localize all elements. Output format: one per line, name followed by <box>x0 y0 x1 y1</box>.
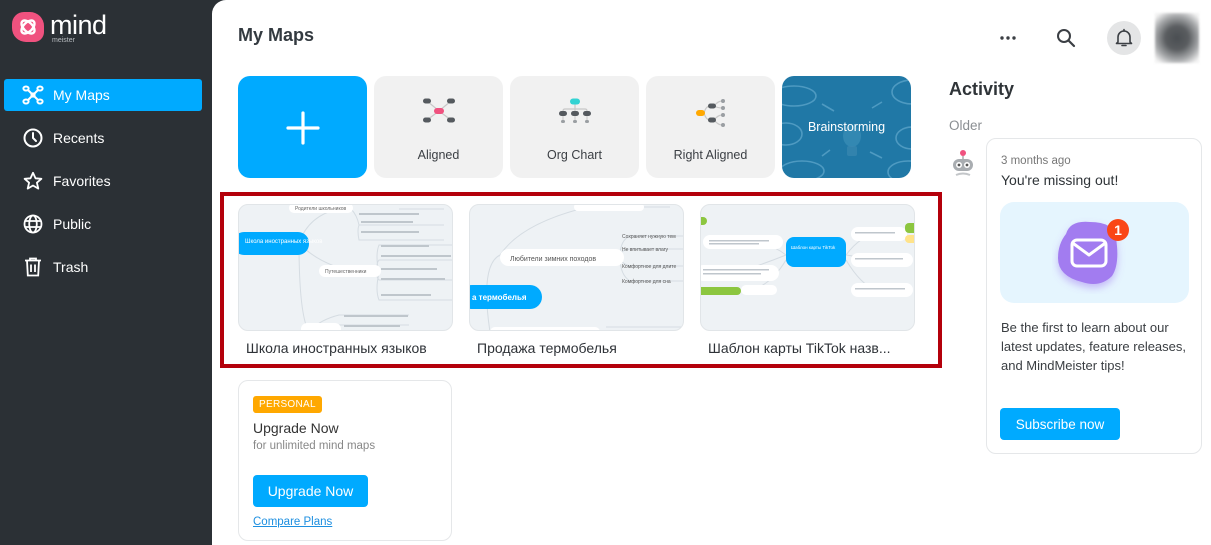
sidebar-item-label: Public <box>53 216 92 232</box>
plan-badge: PERSONAL <box>253 396 322 413</box>
template-brainstorming[interactable]: Brainstorming <box>782 76 911 178</box>
plus-icon <box>286 111 320 145</box>
search-icon <box>1057 29 1076 48</box>
activity-body: Be the first to learn about our latest u… <box>1001 320 1187 373</box>
map-node-label: Не впитывает влагу <box>622 247 669 253</box>
sidebar-nav: My Maps Recents Favorites Public Trash <box>4 79 202 294</box>
page-title: My Maps <box>238 25 315 45</box>
aligned-layout-icon <box>422 98 455 123</box>
activity-title: Activity <box>949 79 1015 99</box>
template-label: Aligned <box>417 148 460 162</box>
compare-plans-link[interactable]: Compare Plans <box>253 516 332 528</box>
sidebar-item-label: My Maps <box>53 87 110 103</box>
template-org-chart[interactable]: Org Chart <box>510 76 639 178</box>
more-icon <box>1000 36 1016 40</box>
main-content: My Maps Aligned Org Chart Right Aligned … <box>212 0 1211 545</box>
notification-count: 1 <box>1114 222 1122 238</box>
upgrade-title: Upgrade Now <box>253 420 339 436</box>
right-aligned-layout-icon <box>695 99 725 127</box>
template-row: Aligned Org Chart Right Aligned Brainsto… <box>238 76 918 178</box>
upgrade-now-button[interactable]: Upgrade Now <box>253 475 368 507</box>
map-thumbnail: Школа иностранных языков Родители школьн… <box>238 204 453 331</box>
mindmap-icon <box>22 84 44 106</box>
sidebar-item-favorites[interactable]: Favorites <box>4 165 202 197</box>
search-button[interactable] <box>1049 21 1083 55</box>
map-thumbnail: Шаблон карты TikTok <box>700 204 915 331</box>
mail-icon: 1 <box>1058 219 1129 284</box>
sidebar-item-label: Favorites <box>53 173 111 189</box>
sidebar-item-my-maps[interactable]: My Maps <box>4 79 202 111</box>
activity-time: 3 months ago <box>1001 155 1071 167</box>
template-label: Brainstorming <box>807 120 886 134</box>
map-name: Шаблон карты TikTok назв... <box>708 340 891 356</box>
sidebar-item-label: Recents <box>53 130 105 146</box>
star-icon <box>22 170 44 192</box>
map-node-label: Любители зимних походов <box>510 255 596 263</box>
upgrade-subtitle: for unlimited mind maps <box>253 440 376 452</box>
new-map-button[interactable] <box>238 76 367 178</box>
map-node-label: Сохраняет нужную тем <box>622 234 676 240</box>
notifications-button[interactable] <box>1107 21 1141 55</box>
template-aligned[interactable]: Aligned <box>374 76 503 178</box>
activity-section-label: Older <box>949 118 983 133</box>
template-label: Org Chart <box>547 148 602 162</box>
map-card[interactable]: Шаблон карты TikTok Шаблон карты TikTok … <box>700 204 915 356</box>
sidebar: mind meister My Maps Recents Favorites P… <box>0 0 212 545</box>
map-card[interactable]: Любители зимних походов Сохраняет нужную… <box>469 204 684 356</box>
map-node-label: Родители школьников <box>295 206 346 212</box>
map-card[interactable]: Школа иностранных языков Родители школьн… <box>238 204 453 356</box>
mindmeister-logo[interactable]: mind meister <box>12 12 107 44</box>
map-name: Продажа термобелья <box>477 340 617 356</box>
logo-word: mind <box>50 10 107 40</box>
bell-icon <box>1115 28 1133 47</box>
map-thumbnail: Любители зимних походов Сохраняет нужную… <box>469 204 684 331</box>
template-right-aligned[interactable]: Right Aligned <box>646 76 775 178</box>
user-avatar[interactable] <box>1155 13 1199 63</box>
subscribe-now-button[interactable]: Subscribe now <box>1000 408 1120 440</box>
globe-icon <box>22 213 44 235</box>
map-name: Школа иностранных языков <box>246 340 427 356</box>
map-node-label: Путешественники <box>325 269 367 275</box>
map-node-label: Комфортное для сна <box>622 279 671 285</box>
sidebar-item-label: Trash <box>53 259 89 275</box>
robot-avatar-icon <box>950 148 976 180</box>
sidebar-item-recents[interactable]: Recents <box>4 122 202 154</box>
top-actions <box>967 13 1199 63</box>
map-root-label: Шаблон карты TikTok <box>791 245 836 250</box>
more-button[interactable] <box>991 21 1025 55</box>
map-node-label: Комфортное для длите <box>622 264 676 270</box>
org-chart-icon <box>558 98 591 123</box>
newsletter-illustration: 1 <box>1000 202 1189 303</box>
template-label: Right Aligned <box>673 148 748 162</box>
trash-icon <box>22 256 44 278</box>
logo-icon <box>12 12 44 42</box>
sidebar-item-public[interactable]: Public <box>4 208 202 240</box>
upgrade-card: PERSONAL Upgrade Now for unlimited mind … <box>238 380 452 541</box>
activity-card: 3 months ago You're missing out! 1 Be th… <box>986 138 1202 454</box>
maps-grid: Школа иностранных языков Родители школьн… <box>238 204 931 356</box>
sidebar-item-trash[interactable]: Trash <box>4 251 202 283</box>
activity-headline: You're missing out! <box>1001 172 1119 188</box>
clock-icon <box>22 127 44 149</box>
map-root-label: Школа иностранных языков <box>245 239 322 245</box>
map-root-label: а термобелья <box>472 293 527 302</box>
